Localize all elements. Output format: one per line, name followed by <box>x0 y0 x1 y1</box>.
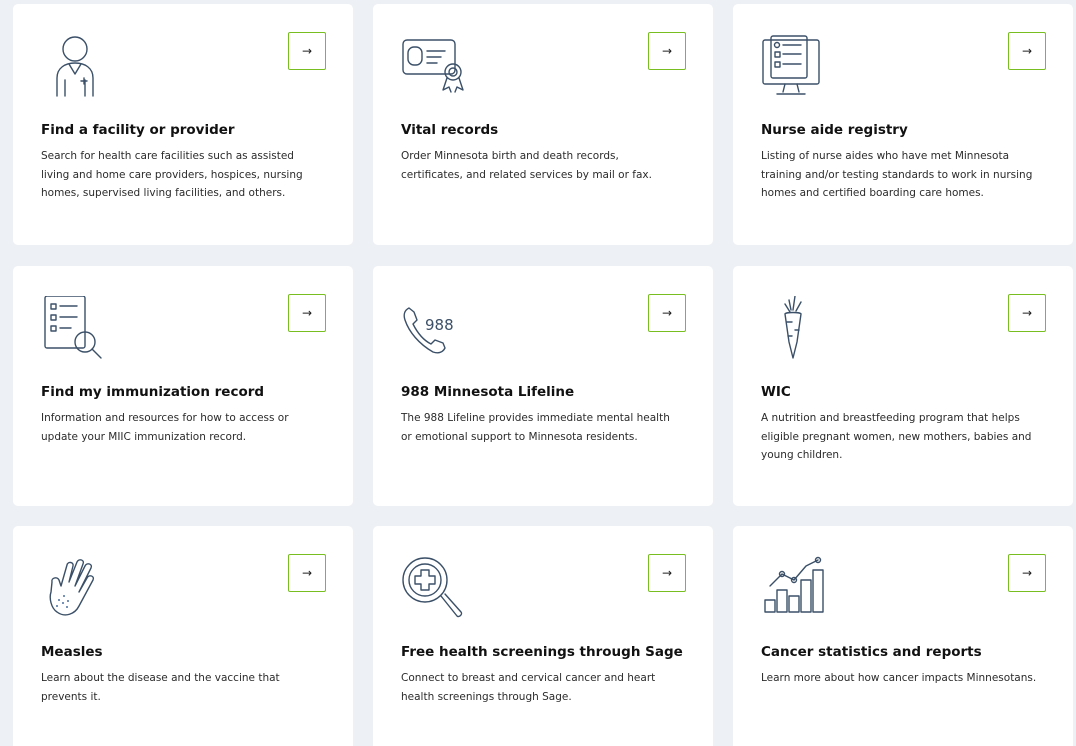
arrow-button[interactable]: → <box>288 294 326 332</box>
arrow-button[interactable]: → <box>1008 294 1046 332</box>
card-measles[interactable]: → Measles Learn about the disease and th… <box>13 526 353 746</box>
checklist-search-icon <box>39 296 111 366</box>
card-description: Order Minnesota birth and death records,… <box>401 150 652 181</box>
card-description: Information and resources for how to acc… <box>41 412 289 443</box>
card-cancer-statistics[interactable]: → Cancer statistics and reports Learn mo… <box>733 526 1073 746</box>
arrow-button[interactable]: → <box>1008 32 1046 70</box>
arrow-button[interactable]: → <box>648 554 686 592</box>
card-sage-screenings[interactable]: → Free health screenings through Sage Co… <box>373 526 713 746</box>
card-vital-records[interactable]: → Vital records Order Minnesota birth an… <box>373 4 713 245</box>
phone-988-icon: 988 <box>399 296 471 366</box>
vital-records-certificate-icon <box>399 34 471 104</box>
card-title[interactable]: Find a facility or provider <box>41 122 333 138</box>
card-description: Listing of nurse aides who have met Minn… <box>761 150 1033 199</box>
card-description: Connect to breast and cervical cancer an… <box>401 672 656 703</box>
card-immunization-record[interactable]: → Find my immunization record Informatio… <box>13 266 353 506</box>
phone-988-label: 988 <box>425 316 454 334</box>
card-description: A nutrition and breastfeeding program th… <box>761 412 1032 461</box>
arrow-button[interactable]: → <box>288 32 326 70</box>
card-description: Search for health care facilities such a… <box>41 150 303 199</box>
card-title[interactable]: 988 Minnesota Lifeline <box>401 384 693 400</box>
doctor-icon <box>39 34 111 104</box>
rash-hand-icon <box>39 556 111 626</box>
card-988-lifeline[interactable]: 988 → 988 Minnesota Lifeline The 988 Lif… <box>373 266 713 506</box>
card-title[interactable]: Cancer statistics and reports <box>761 644 1053 660</box>
card-title[interactable]: WIC <box>761 384 1053 400</box>
card-nurse-aide-registry[interactable]: → Nurse aide registry Listing of nurse a… <box>733 4 1073 245</box>
card-title[interactable]: Vital records <box>401 122 693 138</box>
card-title[interactable]: Measles <box>41 644 333 660</box>
card-wic[interactable]: → WIC A nutrition and breastfeeding prog… <box>733 266 1073 506</box>
card-find-facility[interactable]: → Find a facility or provider Search for… <box>13 4 353 245</box>
magnifier-cross-icon <box>399 556 471 626</box>
card-description: Learn more about how cancer impacts Minn… <box>761 672 1037 684</box>
arrow-button[interactable]: → <box>648 32 686 70</box>
card-title[interactable]: Nurse aide registry <box>761 122 1053 138</box>
card-description: Learn about the disease and the vaccine … <box>41 672 280 703</box>
arrow-button[interactable]: → <box>1008 554 1046 592</box>
card-title[interactable]: Free health screenings through Sage <box>401 644 693 660</box>
carrot-icon <box>759 296 831 366</box>
computer-registry-icon <box>759 34 831 104</box>
card-description: The 988 Lifeline provides immediate ment… <box>401 412 670 443</box>
bar-line-chart-icon <box>759 556 831 626</box>
arrow-button[interactable]: → <box>648 294 686 332</box>
services-grid: → Find a facility or provider Search for… <box>0 0 1076 746</box>
card-title[interactable]: Find my immunization record <box>41 384 333 400</box>
arrow-button[interactable]: → <box>288 554 326 592</box>
